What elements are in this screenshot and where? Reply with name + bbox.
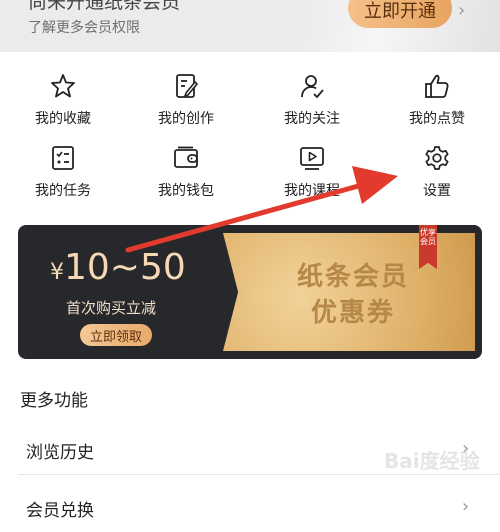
watermark: Bai度经验 — [384, 449, 480, 473]
annotation-arrow — [125, 166, 398, 253]
